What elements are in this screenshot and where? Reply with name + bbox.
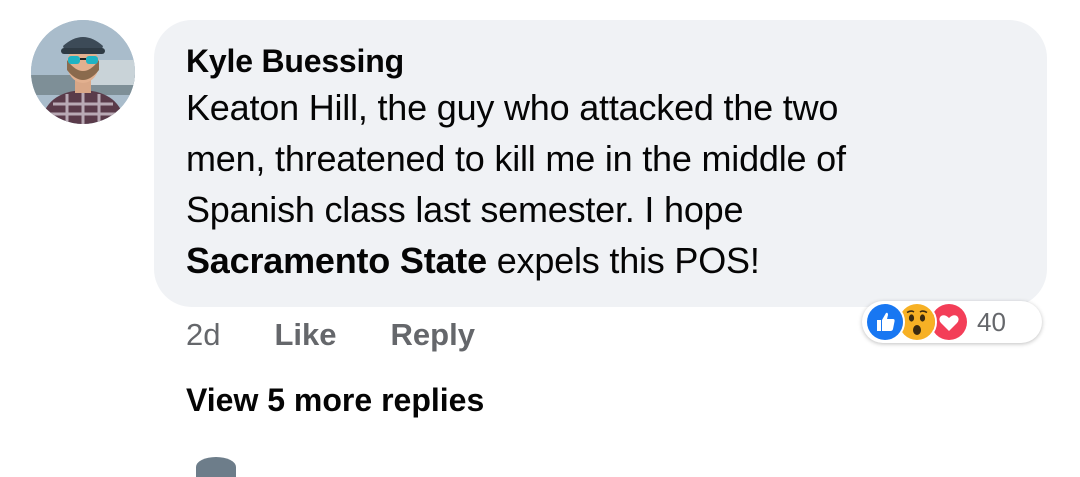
like-icon [865,302,905,342]
comment-text-line: Keaton Hill, the guy who attacked the tw… [186,87,839,128]
avatar[interactable] [196,457,236,477]
like-button[interactable]: Like [274,317,336,353]
reply-button[interactable]: Reply [391,317,475,353]
comment-actions: 2d Like Reply [186,312,529,358]
view-more-replies-link[interactable]: View 5 more replies [186,382,484,419]
comment-text-line: men, threatened to kill me in the middle… [186,138,846,179]
comment-author[interactable]: Kyle Buessing [186,40,1017,82]
comment-bubble: Kyle Buessing Keaton Hill, the guy who a… [154,20,1047,307]
mention-link[interactable]: Sacramento State [186,240,487,281]
reaction-count: 40 [977,306,1006,337]
reaction-summary[interactable]: 40 [862,301,1042,343]
avatar[interactable] [31,20,135,124]
comment-text-line: Spanish class last semester. I hope [186,189,744,230]
comment-text-tail: expels this POS! [486,240,760,281]
comment-text: Keaton Hill, the guy who attacked the tw… [186,82,1017,286]
comment-timestamp[interactable]: 2d [186,317,220,353]
comment-text-line: Sacramento State expels this POS! [186,235,1017,286]
